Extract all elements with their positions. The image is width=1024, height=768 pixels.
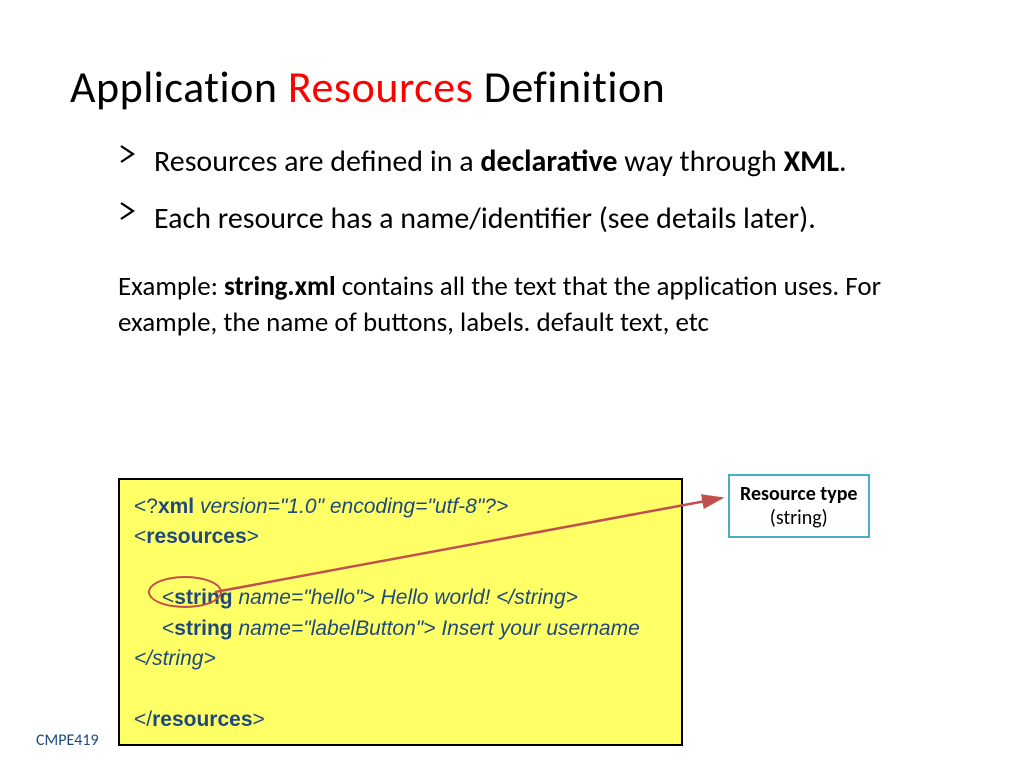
- footer-label: CMPE419: [36, 731, 99, 750]
- xml-open: <: [134, 525, 146, 548]
- example-intro: Example: string.xml contains all the tex…: [118, 269, 954, 342]
- code-line-4: <string name="labelButton"> Insert your …: [134, 614, 667, 644]
- code-line-2: <resources>: [134, 522, 667, 552]
- bullet-list: Resources are defined in a declarative w…: [118, 142, 954, 239]
- xml-attr: name=: [233, 586, 304, 609]
- xml-open: </: [134, 708, 152, 731]
- example-bold: string.xml: [224, 270, 336, 303]
- xml-attr: version=: [194, 495, 280, 518]
- chevron-right-icon: [118, 144, 138, 164]
- xml-keyword: xml: [158, 495, 194, 518]
- callout-sub: (string): [740, 506, 858, 530]
- code-line-5: </resources>: [134, 705, 667, 735]
- xml-val: "hello"> Hello world!: [303, 586, 496, 609]
- title-highlight: Resources: [288, 60, 473, 114]
- xml-close: >: [253, 708, 265, 731]
- bullet-item: Each resource has a name/identifier (see…: [118, 199, 954, 240]
- bullet-text-post: .: [839, 143, 847, 180]
- bullet-text: Each resource has a name/identifier (see…: [154, 200, 816, 237]
- bullet-text-bold2: XML: [784, 143, 839, 180]
- code-line-4-close: </string>: [134, 644, 667, 674]
- xml-keyword: string: [174, 617, 232, 640]
- code-blank: [134, 553, 667, 583]
- title-post: Definition: [473, 60, 665, 114]
- bullet-text-pre: Resources are defined in a: [154, 143, 480, 180]
- chevron-right-icon: [118, 201, 138, 221]
- bullet-text-mid: way through: [617, 143, 783, 180]
- slide: Application Resources Definition Resourc…: [0, 0, 1024, 768]
- xml-open: <?: [134, 495, 158, 518]
- code-line-1: <?xml version="1.0" encoding="utf-8"?>: [134, 492, 667, 522]
- title-pre: Application: [70, 60, 288, 114]
- callout-title: Resource type: [740, 482, 858, 506]
- code-line-3: <string name="hello"> Hello world! </str…: [134, 583, 667, 613]
- bullet-item: Resources are defined in a declarative w…: [118, 142, 954, 183]
- xml-val: "labelButton"> Insert your username: [303, 617, 640, 640]
- xml-attr: name=: [233, 617, 304, 640]
- xml-open: <: [162, 617, 174, 640]
- xml-close: >: [247, 525, 259, 548]
- xml-keyword: resources: [146, 525, 246, 548]
- callout-box: Resource type (string): [728, 474, 870, 538]
- xml-open: <: [162, 586, 174, 609]
- xml-val: "1.0" encoding="utf-8"?>: [280, 495, 508, 518]
- example-pre: Example:: [118, 270, 224, 303]
- xml-close: </string>: [496, 586, 578, 609]
- code-block: <?xml version="1.0" encoding="utf-8"?> <…: [118, 478, 683, 746]
- slide-title: Application Resources Definition: [70, 60, 954, 114]
- xml-keyword: resources: [152, 708, 252, 731]
- code-blank: [134, 675, 667, 705]
- xml-keyword: string: [174, 586, 232, 609]
- bullet-text-bold1: declarative: [480, 143, 617, 180]
